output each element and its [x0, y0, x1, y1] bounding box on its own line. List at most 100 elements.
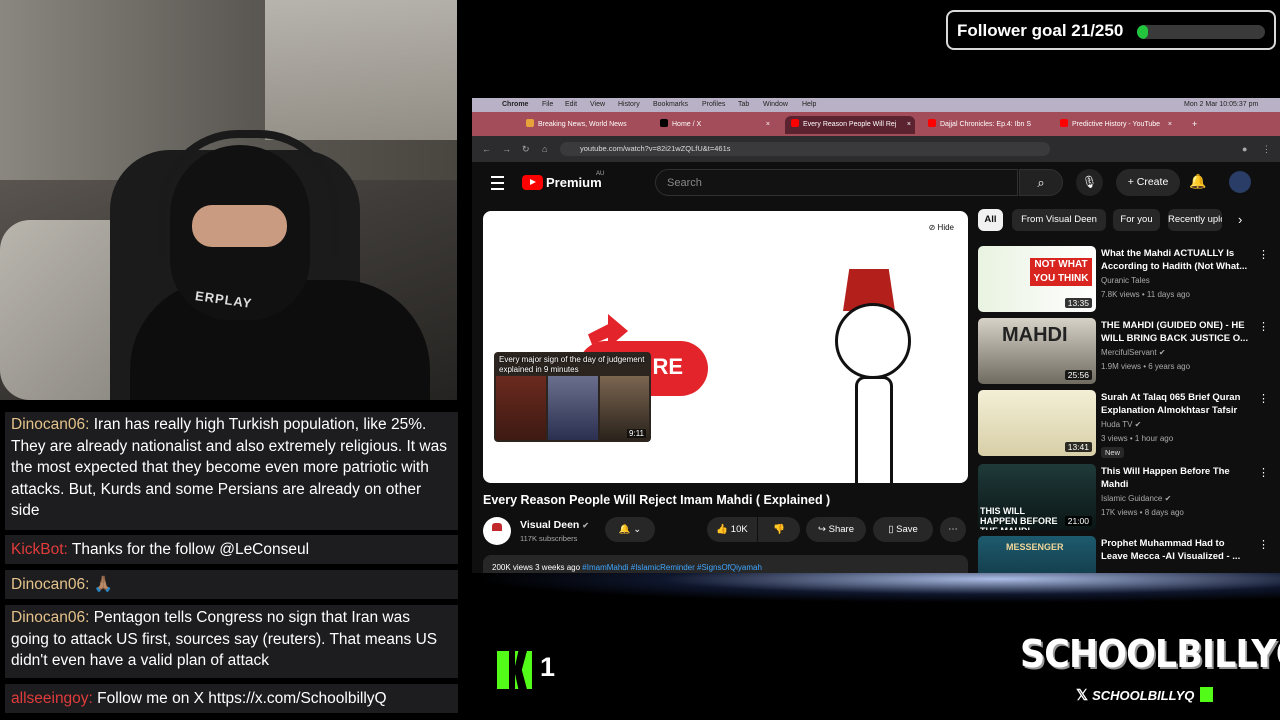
description-tags[interactable]: #ImamMahdi #IslamicReminder #SignsOfQiya…: [582, 563, 762, 572]
share-button[interactable]: ↪ Share: [806, 517, 866, 542]
search-button[interactable]: ⌕: [1019, 169, 1063, 196]
description-box[interactable]: 200K views 3 weeks ago #ImamMahdi #Islam…: [483, 555, 968, 573]
youtube-logo-icon[interactable]: [522, 175, 543, 190]
video-thumbnail[interactable]: MAHDI 25:56: [978, 318, 1096, 384]
more-options-icon[interactable]: ⋮: [1258, 320, 1269, 333]
hide-button[interactable]: ⊘ Hide: [929, 223, 954, 232]
create-button[interactable]: + Create: [1116, 169, 1180, 196]
browser-tab[interactable]: Home / X ×: [654, 116, 774, 134]
recommended-video[interactable]: NOT WHAT YOU THINK 13:35 What the Mahdi …: [978, 246, 1278, 314]
thumbs-up-icon: 👍: [716, 524, 729, 535]
channel-avatar[interactable]: [483, 517, 511, 545]
video-thumbnail[interactable]: THIS WILL HAPPEN BEFORE THE MAHDI 21:00: [978, 464, 1096, 530]
hamburger-menu-icon[interactable]: [491, 176, 504, 190]
video-thumbnail[interactable]: 13:41: [978, 390, 1096, 456]
verified-icon: ✔: [1158, 348, 1166, 357]
video-title[interactable]: Prophet Muhammad Had to Leave Mecca -AI …: [1101, 537, 1249, 563]
video-channel[interactable]: MercifulServant ✔: [1101, 348, 1166, 357]
browser-tab[interactable]: Predictive History - YouTube ×: [1054, 116, 1176, 134]
video-thumbnail[interactable]: MESSENGER: [978, 536, 1096, 573]
url-input[interactable]: youtube.com/watch?v=82i21wZQLfU&t=461s: [560, 142, 1050, 156]
video-channel[interactable]: Islamic Guidance ✔: [1101, 494, 1171, 503]
chip-from-channel[interactable]: From Visual Deen: [1012, 209, 1106, 231]
subscriber-count: 117K subscribers: [520, 534, 578, 543]
recommended-video[interactable]: MAHDI 25:56 THE MAHDI (GUIDED ONE) - HE …: [978, 318, 1278, 386]
stick-figure-body: [855, 376, 893, 483]
close-tab-icon[interactable]: ×: [1168, 116, 1172, 134]
close-tab-icon[interactable]: ×: [907, 116, 911, 134]
video-title[interactable]: What the Mahdi ACTUALLY Is According to …: [1101, 247, 1249, 273]
chip-for-you[interactable]: For you: [1113, 209, 1160, 231]
account-avatar[interactable]: [1229, 171, 1251, 193]
chip-all[interactable]: All: [978, 209, 1003, 231]
chat-username: allseeingoy:: [11, 690, 93, 707]
menu-dots-icon[interactable]: ⋮: [1262, 144, 1271, 155]
preview-title: Every major sign of the day of judgement…: [499, 355, 645, 374]
reload-icon[interactable]: ↻: [522, 144, 530, 155]
video-channel[interactable]: Huda TV ✔: [1101, 420, 1141, 429]
new-tab-icon[interactable]: +: [1192, 119, 1197, 129]
stage-light-glow: [472, 573, 1280, 603]
chevron-right-icon[interactable]: ›: [1238, 212, 1242, 227]
menu-tab[interactable]: Tab: [738, 101, 749, 108]
channel-name[interactable]: Visual Deen ✔: [520, 519, 589, 531]
follower-goal-bar: [1137, 25, 1265, 39]
follower-goal-widget: Follower goal 21/250: [946, 10, 1276, 50]
browser-tab[interactable]: Breaking News, World News: [520, 116, 630, 134]
video-title: Every Reason People Will Reject Imam Mah…: [483, 493, 831, 507]
forward-icon[interactable]: →: [502, 144, 511, 154]
menu-app-name[interactable]: Chrome: [502, 101, 528, 108]
menu-window[interactable]: Window: [763, 101, 788, 108]
new-badge: New: [1101, 447, 1125, 458]
dislike-button[interactable]: 👎: [758, 517, 800, 542]
voice-search-button[interactable]: 🎙: [1076, 169, 1103, 196]
youtube-brand[interactable]: Premium: [546, 175, 602, 190]
menu-bookmarks[interactable]: Bookmarks: [653, 101, 688, 108]
more-actions-button[interactable]: ⋯: [940, 517, 966, 542]
youtube-favicon-icon: [791, 119, 799, 127]
create-label: Create: [1136, 176, 1169, 188]
menu-profiles[interactable]: Profiles: [702, 101, 725, 108]
menu-help[interactable]: Help: [802, 101, 816, 108]
more-options-icon[interactable]: ⋮: [1258, 466, 1269, 479]
more-options-icon[interactable]: ⋮: [1258, 538, 1269, 551]
menu-view[interactable]: View: [590, 101, 605, 108]
like-button[interactable]: 👍 10K: [707, 517, 757, 542]
video-player[interactable]: ⊘ Hide RE Every major sign of the day of…: [483, 211, 968, 483]
endscreen-video-card[interactable]: Every major sign of the day of judgement…: [494, 352, 651, 442]
browser-tab[interactable]: Dajjal Chronicles: Ep.4: Ibn S: [922, 116, 1052, 134]
video-meta: 17K views • 8 days ago: [1101, 508, 1184, 517]
video-thumbnail[interactable]: NOT WHAT YOU THINK 13:35: [978, 246, 1096, 312]
subscribe-bell-button[interactable]: 🔔 ⌄: [605, 517, 655, 542]
share-label: Share: [828, 524, 854, 535]
news-favicon-icon: [526, 119, 534, 127]
close-tab-icon[interactable]: ×: [766, 116, 770, 134]
social-handle-row: 𝕏 SCHOOLBILLYQ: [1076, 686, 1214, 704]
menu-history[interactable]: History: [618, 101, 640, 108]
browser-tab-active[interactable]: Every Reason People Will Rej ×: [785, 116, 915, 134]
search-input[interactable]: Search: [655, 169, 1018, 196]
view-count: 200K views 3 weeks ago: [492, 563, 581, 572]
menu-file[interactable]: File: [542, 101, 553, 108]
microphone-icon: 🎙: [1081, 175, 1098, 189]
back-icon[interactable]: ←: [482, 144, 491, 154]
video-title[interactable]: This Will Happen Before The Mahdi: [1101, 465, 1249, 491]
save-button[interactable]: ▯ Save: [873, 517, 933, 542]
chat-emoji: 🙏🏽: [93, 576, 114, 593]
home-icon[interactable]: ⌂: [542, 144, 547, 154]
video-channel[interactable]: Quranic Tales: [1101, 276, 1150, 285]
chip-recently-uploaded[interactable]: Recently uploaded: [1168, 209, 1222, 231]
recommended-video[interactable]: THIS WILL HAPPEN BEFORE THE MAHDI 21:00 …: [978, 464, 1278, 532]
kick-logo-icon: [497, 651, 532, 689]
menu-edit[interactable]: Edit: [565, 101, 577, 108]
tab-label: Breaking News, World News: [538, 121, 627, 128]
video-title[interactable]: THE MAHDI (GUIDED ONE) - HE WILL BRING B…: [1101, 319, 1249, 345]
chat-username: KickBot:: [11, 541, 68, 558]
recommended-video[interactable]: MESSENGER Prophet Muhammad Had to Leave …: [978, 536, 1278, 573]
video-title[interactable]: Surah At Talaq 065 Brief Quran Explanati…: [1101, 391, 1249, 417]
notifications-bell-icon[interactable]: 🔔: [1189, 173, 1206, 190]
more-options-icon[interactable]: ⋮: [1258, 248, 1269, 261]
recommended-video[interactable]: 13:41 Surah At Talaq 065 Brief Quran Exp…: [978, 390, 1278, 458]
more-options-icon[interactable]: ⋮: [1258, 392, 1269, 405]
profile-icon[interactable]: ●: [1242, 144, 1247, 154]
